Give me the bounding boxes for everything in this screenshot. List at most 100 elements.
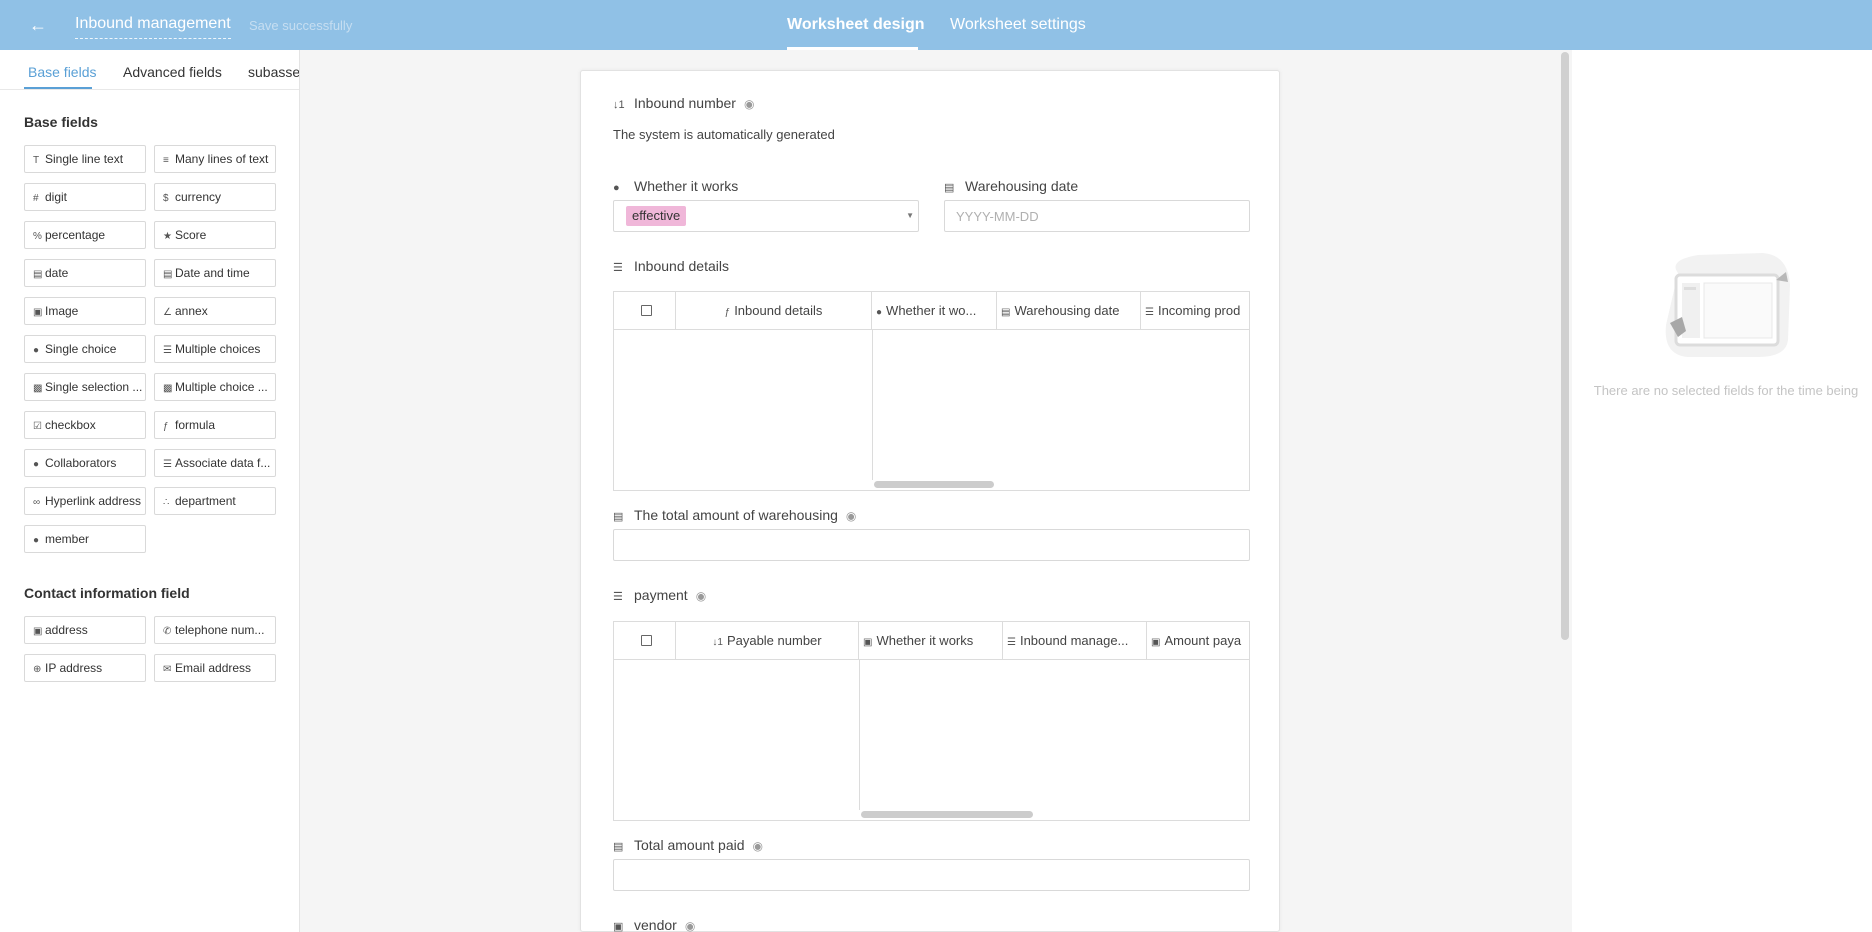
hyperlink-icon: ∞ — [33, 497, 41, 508]
percent-icon: % — [33, 231, 42, 242]
field-single-line-text[interactable]: T Single line text — [24, 145, 146, 173]
column-label: Inbound manage... — [1019, 633, 1129, 648]
eye-icon[interactable]: ◉ — [696, 589, 706, 603]
field-label: formula — [175, 418, 216, 432]
field-label: Associate data f... — [175, 456, 271, 470]
table-header: ƒ Inbound details ● Whether it wo... ▤ Ware… — [614, 292, 1249, 330]
field-hyperlink-address[interactable]: ∞ Hyperlink address — [24, 487, 146, 515]
column-label: Payable number — [726, 633, 822, 648]
eye-icon[interactable]: ◉ — [846, 509, 856, 523]
calendar-icon: ▤ — [1001, 307, 1011, 318]
field-associate-data[interactable]: ☰ Associate data f... — [154, 449, 276, 477]
field-checkbox[interactable]: ☑ checkbox — [24, 411, 146, 439]
field-address[interactable]: ▣ address — [24, 616, 146, 644]
field-image[interactable]: ▣ Image — [24, 297, 146, 325]
whether-it-works-select[interactable]: effective ▼ — [613, 200, 919, 232]
field-label: payment — [634, 587, 688, 603]
warehousing-date-input[interactable]: YYYY-MM-DD — [944, 200, 1250, 232]
field-multiple-choices[interactable]: ☰ Multiple choices — [154, 335, 276, 363]
field-date[interactable]: ▤ date — [24, 259, 146, 287]
field-telephone-number[interactable]: ✆ telephone num... — [154, 616, 276, 644]
form-designer: ↓1 Inbound number ◉ The system is automati… — [580, 70, 1280, 932]
field-vendor[interactable]: ▣ vendor ◉ — [613, 917, 695, 932]
field-formula[interactable]: ƒ formula — [154, 411, 276, 439]
field-payment[interactable]: ☰ payment ◉ — [613, 587, 706, 603]
field-inbound-number[interactable]: ↓1 Inbound number ◉ — [613, 95, 754, 111]
field-currency[interactable]: $ currency — [154, 183, 276, 211]
tab-base-fields[interactable]: Base fields — [28, 64, 96, 80]
field-percentage[interactable]: % percentage — [24, 221, 146, 249]
empty-state-message: There are no selected fields for the tim… — [1593, 383, 1859, 398]
palette-tabs: Base fields Advanced fields subassembly — [0, 50, 299, 90]
field-single-choice[interactable]: ● Single choice — [24, 335, 146, 363]
radio-icon: ● — [613, 182, 620, 194]
field-single-selection[interactable]: ▩ Single selection ... — [24, 373, 146, 401]
field-ip-address[interactable]: ⊕ IP address — [24, 654, 146, 682]
eye-icon[interactable]: ◉ — [685, 919, 695, 932]
canvas-vertical-scrollbar[interactable] — [1561, 52, 1569, 640]
tab-advanced-fields[interactable]: Advanced fields — [123, 64, 222, 80]
column-label: Whether it works — [876, 633, 974, 648]
back-arrow-icon[interactable]: ← — [26, 14, 50, 36]
tab-subassembly[interactable]: subassembly — [248, 64, 299, 80]
field-score[interactable]: ★ Score — [154, 221, 276, 249]
app-title[interactable]: Inbound management — [75, 15, 231, 39]
field-warehousing-date[interactable]: ▤ Warehousing date — [944, 178, 1078, 194]
field-label: IP address — [45, 661, 103, 675]
multiline-text-icon: ≡ — [163, 155, 169, 166]
column-header[interactable]: ☰ Inbound manage... — [1003, 622, 1147, 659]
select-all-checkbox[interactable] — [641, 635, 652, 646]
field-palette: Base fields Advanced fields subassembly … — [0, 50, 300, 932]
field-label: Single selection ... — [45, 380, 143, 394]
field-annex[interactable]: ∠ annex — [154, 297, 276, 325]
empty-state-illustration — [1665, 253, 1790, 357]
field-label: telephone num... — [175, 623, 265, 637]
field-date-and-time[interactable]: ▤ Date and time — [154, 259, 276, 287]
column-label: Inbound details — [734, 303, 823, 318]
column-label: Incoming prod — [1157, 303, 1241, 318]
field-many-lines-text[interactable]: ≡ Many lines of text — [154, 145, 276, 173]
column-header[interactable]: ▣ Whether it works — [859, 622, 1003, 659]
field-multiple-choice-dropdown[interactable]: ▩ Multiple choice ... — [154, 373, 276, 401]
calendar-icon: ▤ — [33, 269, 43, 280]
inbound-details-table[interactable]: ƒ Inbound details ● Whether it wo... ▤ Ware… — [613, 291, 1250, 491]
select-all-checkbox[interactable] — [641, 305, 652, 316]
field-inbound-details[interactable]: ☰ Inbound details — [613, 258, 729, 274]
column-header[interactable]: ● Whether it wo... — [872, 292, 997, 329]
field-total-amount-paid[interactable]: ▤ Total amount paid ◉ — [613, 837, 763, 853]
field-label: member — [45, 532, 90, 546]
total-warehousing-input[interactable] — [613, 529, 1250, 561]
field-label: Whether it works — [634, 178, 739, 194]
column-header[interactable]: ☰ Incoming prod — [1141, 292, 1249, 329]
field-collaborators[interactable]: ● Collaborators — [24, 449, 146, 477]
field-email-address[interactable]: ✉ Email address — [154, 654, 276, 682]
eye-icon[interactable]: ◉ — [753, 839, 763, 853]
field-label: Date and time — [175, 266, 250, 280]
total-paid-input[interactable] — [613, 859, 1250, 891]
eye-icon[interactable]: ◉ — [744, 97, 754, 111]
field-whether-it-works[interactable]: ● Whether it works — [613, 178, 738, 194]
checkbox-icon: ☑ — [33, 421, 42, 432]
column-header[interactable]: ↓1 Payable number — [676, 622, 859, 659]
column-header[interactable]: ƒ Inbound details — [676, 292, 872, 329]
field-label: Hyperlink address — [45, 494, 142, 508]
column-header[interactable]: ▤ Warehousing date — [997, 292, 1141, 329]
link-data-icon: ☰ — [163, 459, 172, 470]
field-digit[interactable]: # digit — [24, 183, 146, 211]
tab-worksheet-settings[interactable]: Worksheet settings — [950, 16, 1086, 34]
column-header[interactable]: ▣ Amount paya — [1147, 622, 1249, 659]
field-department[interactable]: ∴ department — [154, 487, 276, 515]
lookup-icon: ▣ — [613, 921, 624, 932]
column-label: Amount paya — [1164, 633, 1242, 648]
paperclip-icon: ∠ — [163, 307, 172, 318]
date-placeholder: YYYY-MM-DD — [956, 209, 1039, 224]
palette-tab-indicator — [24, 87, 92, 89]
tab-worksheet-design[interactable]: Worksheet design — [787, 16, 925, 34]
payment-table[interactable]: ↓1 Payable number ▣ Whether it works ☰ Inbo… — [613, 621, 1250, 821]
table-horizontal-scrollbar[interactable] — [874, 481, 994, 488]
field-total-warehousing[interactable]: ▤ The total amount of warehousing ◉ — [613, 507, 856, 523]
formula-icon: ƒ — [163, 421, 169, 432]
auto-generated-note: The system is automatically generated — [613, 127, 835, 142]
field-member[interactable]: ● member — [24, 525, 146, 553]
table-horizontal-scrollbar[interactable] — [861, 811, 1033, 818]
